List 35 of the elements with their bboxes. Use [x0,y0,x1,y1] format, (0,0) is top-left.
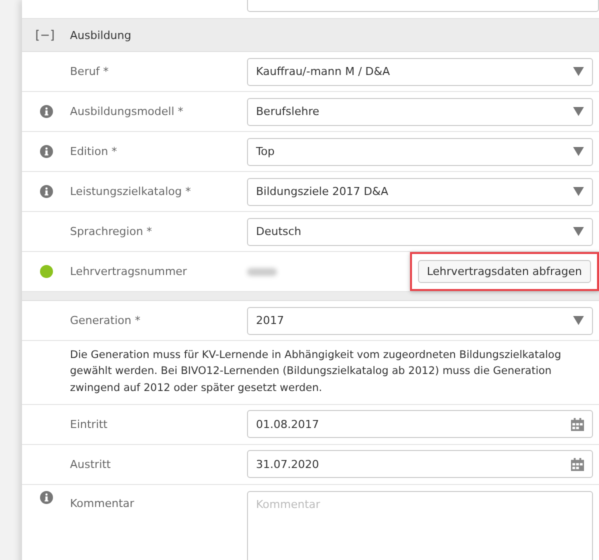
calendar-icon[interactable] [571,418,584,431]
caret-icon [573,67,584,76]
field-label: Ausbildungsmodell * [70,105,184,118]
caret-icon [573,316,584,325]
select-field[interactable]: Kauffrau/-mann M / D&A [247,58,593,86]
caret-icon [573,227,584,236]
field-label: Edition * [70,145,118,158]
info-icon[interactable] [40,145,52,158]
field-label: Austritt [70,458,112,471]
info-icon[interactable] [40,185,52,198]
caret-icon [573,107,584,116]
help-text: Die Generation muss für KV-Lernende in Abhängigkeit vom zugeordneten Bildungszielkatalog gewählt werden. Bei BIVO12-Lernenden (Bildungszielkatalog ab 2012) muss die Generation zwingend auf 2012 oder später gesetzt werden. [70,348,562,396]
select-field[interactable]: Deutsch [247,218,593,246]
field-label: Lehrvertragsnummer [70,265,188,278]
query-button[interactable]: Lehrvertragsdaten abfragen [418,260,591,283]
comment-field[interactable]: Kommentar [247,490,593,560]
select-field[interactable]: Bildungsziele 2017 D&A [247,178,593,206]
select-field[interactable]: Berufslehre [247,98,593,126]
date-field[interactable]: 01.08.2017 [247,410,593,438]
field-label: Eintritt [70,418,108,431]
field-label: Generation * [70,314,142,327]
field-label: Kommentar [70,496,136,510]
info-icon[interactable] [40,490,52,504]
caret-icon [573,147,584,156]
date-field[interactable]: 31.07.2020 [247,450,593,478]
field-label: Sprachregion * [70,225,154,238]
calendar-icon[interactable] [571,458,584,471]
field-label: Leistungszielkatalog * [70,185,192,198]
select-field[interactable]: Top [247,138,593,166]
info-icon[interactable] [40,105,52,118]
caret-icon [573,187,584,196]
select-field[interactable]: 2017 [247,306,593,334]
field-label: Beruf * [70,65,110,78]
section-title: Ausbildung [70,28,132,42]
collapse-toggle[interactable]: [−] [34,28,56,42]
